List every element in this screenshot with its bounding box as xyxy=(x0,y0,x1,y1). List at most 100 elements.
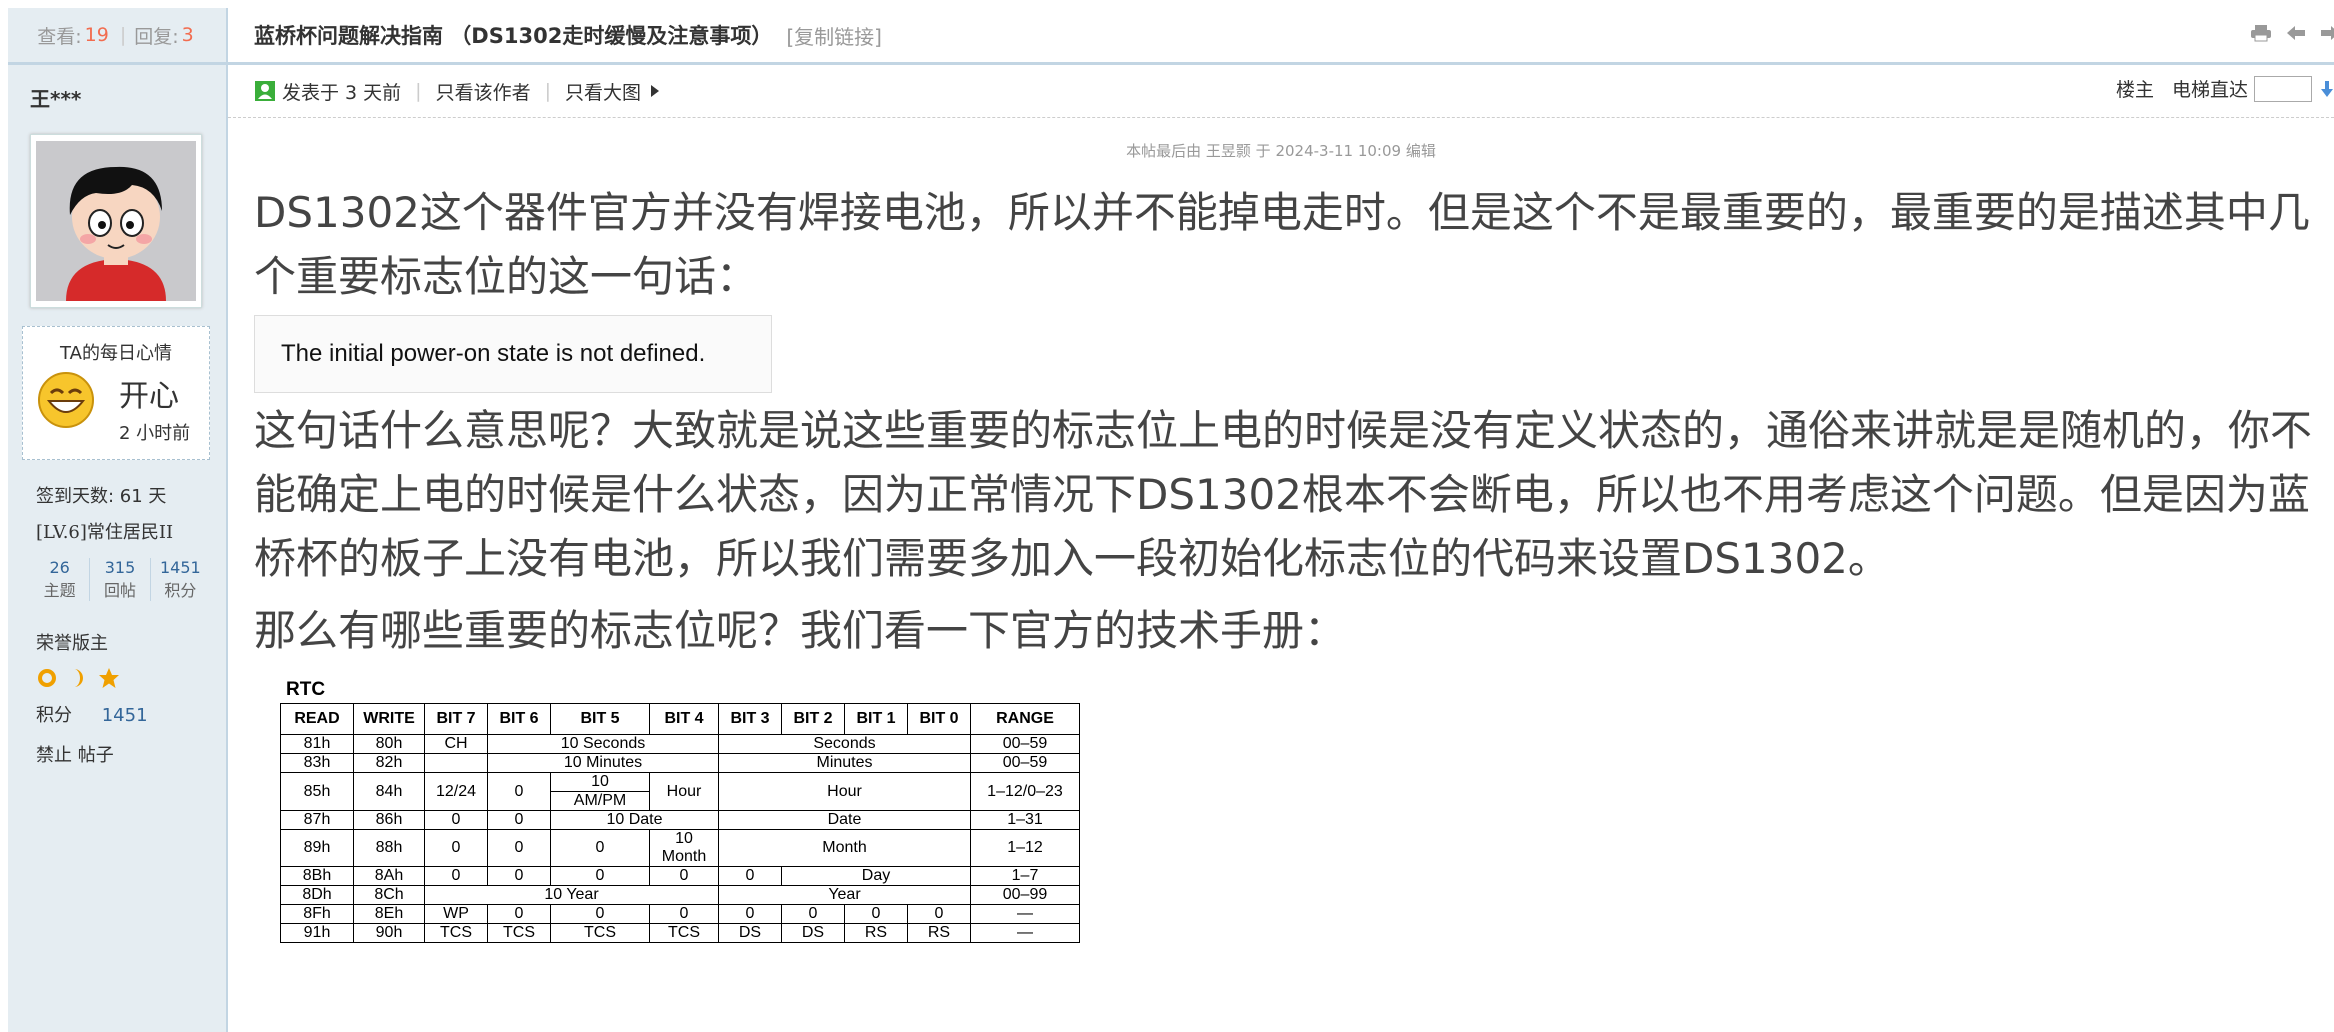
table-cell: 1–12/0–23 xyxy=(970,772,1080,811)
table-cell: 89h xyxy=(280,829,354,867)
post-meta-bar: 发表于 3 天前 | 只看该作者 | 只看大图 楼主 电梯直达 xyxy=(228,65,2334,118)
table-cell: TCS xyxy=(649,923,719,943)
sun-icon xyxy=(38,669,56,687)
table-cell: Year xyxy=(718,885,971,905)
table-cell: 0 xyxy=(487,810,551,830)
edit-notice: 本帖最后由 王昱颢 于 2024-3-11 10:09 编辑 xyxy=(1126,142,1436,160)
table-cell: 00–59 xyxy=(970,753,1080,773)
table-cell: 91h xyxy=(280,923,354,943)
table-header: RANGE xyxy=(970,703,1080,735)
table-cell: 90h xyxy=(353,923,425,943)
table-cell: 10 Month xyxy=(649,829,719,867)
table-cell: 0 xyxy=(781,904,845,924)
table-cell: 0 xyxy=(550,904,650,924)
table-cell: 00–59 xyxy=(970,734,1080,754)
only-author-link[interactable]: 只看该作者 xyxy=(436,78,531,105)
table-cell: 8Ah xyxy=(353,866,425,886)
table-cell: 80h xyxy=(353,734,425,754)
print-icon[interactable] xyxy=(2250,24,2272,42)
table-header: BIT 0 xyxy=(907,703,971,735)
table-cell: Seconds xyxy=(718,734,971,754)
table-header: BIT 7 xyxy=(424,703,488,735)
table-cell: Month xyxy=(718,829,971,867)
mood-text: 开心 xyxy=(119,379,179,414)
table-cell: 0 xyxy=(550,866,650,886)
credit-points[interactable]: 1451 积分 xyxy=(151,558,210,601)
credit-replies[interactable]: 315 回帖 xyxy=(90,558,151,601)
table-cell: RS xyxy=(907,923,971,943)
table-cell: 82h xyxy=(353,753,425,773)
table-header: BIT 4 xyxy=(649,703,719,735)
post-title-bar: 蓝桥杯问题解决指南 （DS1302走时缓慢及注意事项） [复制链接] xyxy=(228,8,2334,65)
avatar[interactable] xyxy=(30,134,202,308)
table-cell: 10 Year xyxy=(424,885,719,905)
table-cell: 8Ch xyxy=(353,885,425,905)
post-content: 蓝桥杯问题解决指南 （DS1302走时缓慢及注意事项） [复制链接] 发表于 3… xyxy=(228,8,2334,1032)
ban-status: 禁止 帖子 xyxy=(36,745,114,766)
rtc-title: RTC xyxy=(286,679,326,700)
elevator-label: 电梯直达 xyxy=(2171,79,2248,101)
table-cell: 0 xyxy=(424,866,488,886)
points-value[interactable]: 1451 xyxy=(102,705,148,726)
table-header: WRITE xyxy=(353,703,425,735)
table-row: 87h 86h 0 0 10 Date Date 1–31 xyxy=(280,810,1080,830)
table-cell: 1–7 xyxy=(970,866,1080,886)
credit-topics[interactable]: 26 主题 xyxy=(30,558,91,601)
views-count: 19 xyxy=(84,24,109,46)
table-header: BIT 3 xyxy=(718,703,782,735)
points-row: 积分 1451 xyxy=(36,701,226,727)
mood-time: 2 小时前 xyxy=(119,423,191,444)
author-name[interactable]: 王*** xyxy=(30,83,226,112)
table-row: 83h 82h 10 Minutes Minutes 00–59 xyxy=(280,753,1080,773)
go-down-icon[interactable] xyxy=(2320,80,2334,98)
table-header: BIT 6 xyxy=(487,703,551,735)
table-cell: Hour xyxy=(718,772,971,811)
mood-title: TA的每日心情 xyxy=(60,343,172,364)
table-cell: 81h xyxy=(280,734,354,754)
table-cell: 10 Date xyxy=(550,810,719,830)
table-cell: 0 xyxy=(424,829,488,867)
table-row: 8Bh 8Ah 0 0 0 0 0 Day 1–7 xyxy=(280,866,1080,886)
floor-input[interactable] xyxy=(2254,75,2312,102)
floor-label: 楼主 xyxy=(2115,79,2154,101)
table-cell: 8Bh xyxy=(280,866,354,886)
table-cell: 0 xyxy=(649,904,719,924)
table-cell: 0 xyxy=(424,810,488,830)
table-cell: 0 xyxy=(550,829,650,867)
table-cell: 1–31 xyxy=(970,810,1080,830)
table-cell: TCS xyxy=(550,923,650,943)
title-actions xyxy=(2250,24,2334,42)
table-row: 85h 84h 12/24 0 10 AM/PM Hour Hour 1–12/0… xyxy=(280,772,1080,811)
honor-title: 荣誉版主 xyxy=(36,633,108,654)
table-cell: 10 Seconds xyxy=(487,734,719,754)
points-label: 积分 xyxy=(36,705,72,726)
table-cell: 0 xyxy=(718,866,782,886)
table-row: 91h 90h TCS TCS TCS TCS DS DS RS RS — xyxy=(280,923,1080,943)
table-cell: 83h xyxy=(280,753,354,773)
big-image-link[interactable]: 只看大图 xyxy=(565,78,641,105)
online-user-icon xyxy=(255,81,275,101)
table-cell: — xyxy=(970,904,1080,924)
post-paragraph-1: DS1302这个器件官方并没有焊接电池，所以并不能掉电走时。但是这个不是最重要的… xyxy=(254,188,2310,301)
next-thread-icon[interactable] xyxy=(2320,24,2334,42)
caret-right-icon[interactable] xyxy=(649,84,661,98)
table-cell: 0 xyxy=(718,904,782,924)
table-row: 8Fh 8Eh WP 0 0 0 0 0 0 0 — xyxy=(280,904,1080,924)
post-time: 发表于 3 天前 xyxy=(282,81,402,104)
table-cell: 86h xyxy=(353,810,425,830)
table-cell: Day xyxy=(781,866,971,886)
table-cell: 1–12 xyxy=(970,829,1080,867)
table-cell: 87h xyxy=(280,810,354,830)
table-cell: Minutes xyxy=(718,753,971,773)
table-cell: WP xyxy=(424,904,488,924)
replies-count: 3 xyxy=(181,24,194,46)
table-cell: 0 xyxy=(844,904,908,924)
table-cell: — xyxy=(970,923,1080,943)
table-cell: 84h xyxy=(353,772,425,811)
previous-thread-icon[interactable] xyxy=(2286,24,2306,42)
table-cell: 12/24 xyxy=(424,772,488,811)
rtc-register-table: READ WRITE BIT 7 BIT 6 BIT 5 BIT 4 BIT 3… xyxy=(280,703,1080,943)
user-level[interactable]: [LV.6]常住居民II xyxy=(36,518,226,544)
moon-icon xyxy=(74,669,83,687)
copy-link[interactable]: [复制链接] xyxy=(786,21,882,50)
